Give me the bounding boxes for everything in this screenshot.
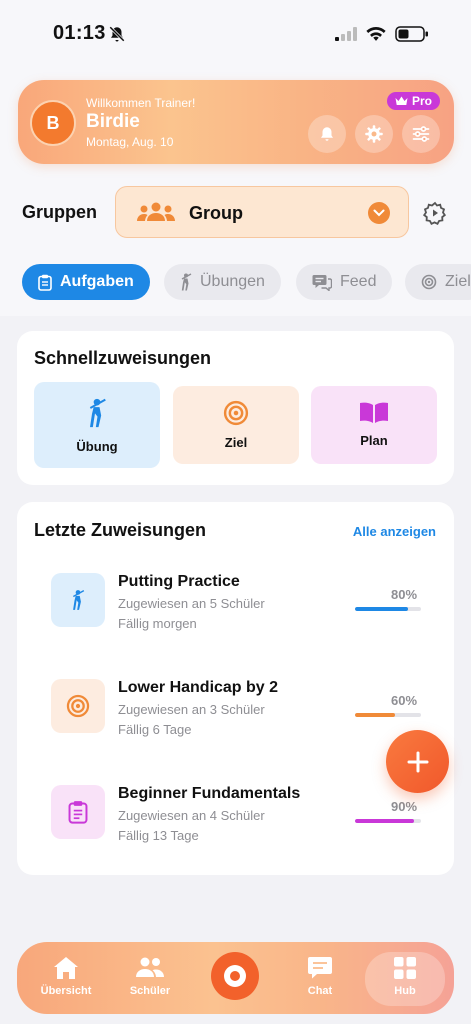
bottom-nav: Übersicht Schüler Chat Hub [17, 942, 454, 1014]
assignment-title: Putting Practice [118, 573, 240, 590]
nav-label: Chat [307, 985, 333, 997]
signal-icon [335, 27, 357, 41]
target-icon [421, 274, 437, 290]
quick-assign-ziel[interactable]: Ziel [173, 386, 299, 464]
battery-icon [395, 26, 428, 42]
golfer-icon [181, 273, 192, 291]
status-bar: 01:13 [0, 0, 471, 64]
nav-label: Hub [394, 985, 416, 997]
assignment-due: Fällig 13 Tage [118, 828, 199, 843]
tab-feed[interactable]: Feed [296, 264, 393, 300]
students-icon [136, 957, 164, 977]
target-icon [223, 400, 249, 426]
assignment-percent: 80% [390, 587, 418, 602]
pro-badge: Pro [387, 92, 441, 110]
status-time: 01:13 [53, 22, 106, 44]
assignment-item[interactable]: Putting Practice Zugewiesen an 5 Schüler… [17, 573, 454, 653]
add-assignment-button[interactable] [386, 730, 449, 793]
progress-bar-fill [355, 607, 408, 611]
assignment-item[interactable]: Beginner Fundamentals Zugewiesen an 4 Sc… [17, 785, 454, 865]
wifi-icon [366, 27, 386, 41]
tab-label: Übungen [200, 273, 265, 290]
assignment-assigned: Zugewiesen an 5 Schüler [118, 596, 265, 611]
crown-icon [395, 96, 408, 105]
assignment-percent: 90% [390, 799, 418, 814]
grid-icon [394, 957, 416, 979]
tab-label: Ziel [445, 273, 471, 290]
book-icon [360, 402, 388, 423]
welcome-text: Willkommen Trainer! [86, 96, 196, 110]
recent-assignments-card: Letzte Zuweisungen Alle anzeigen Putting… [17, 502, 454, 875]
groups-label: Gruppen [22, 202, 97, 222]
recent-assignments-title: Letzte Zuweisungen [34, 520, 207, 540]
golfer-icon [89, 398, 106, 428]
chevron-down-icon [368, 202, 390, 224]
quick-assign-title: Schnellzuweisungen [34, 348, 212, 368]
tab-ziel[interactable]: Ziel [405, 264, 471, 300]
nav-item-chat[interactable]: Chat [285, 956, 355, 997]
user-name: Birdie [86, 111, 140, 132]
nav-center-button[interactable] [211, 952, 259, 1000]
quick-assign-card: Schnellzuweisungen Übung Ziel Plan [17, 331, 454, 485]
assignment-due: Fällig 6 Tage [118, 722, 192, 737]
header-card: B Willkommen Trainer! Birdie Montag, Aug… [18, 80, 454, 164]
quick-assign-plan[interactable]: Plan [311, 386, 437, 464]
assignment-title: Beginner Fundamentals [118, 785, 301, 802]
tab-label: Feed [340, 273, 377, 290]
progress-bar [355, 607, 421, 611]
filters-button[interactable] [402, 115, 440, 153]
target-icon [224, 965, 246, 987]
group-settings-icon[interactable] [422, 200, 448, 226]
bell-off-icon [109, 26, 125, 42]
golfer-icon [51, 573, 105, 627]
nav-item-hub[interactable]: Hub [370, 956, 440, 997]
clipboard-icon [51, 785, 105, 839]
clipboard-icon [38, 274, 52, 291]
group-select[interactable]: Group [115, 186, 409, 238]
see-all-link[interactable]: Alle anzeigen [353, 524, 436, 539]
progress-bar-fill [355, 819, 415, 823]
sliders-icon [412, 126, 430, 142]
group-icon [137, 202, 175, 221]
assignment-assigned: Zugewiesen an 3 Schüler [118, 702, 265, 717]
nav-label: Schüler [129, 985, 171, 997]
assignment-title: Lower Handicap by 2 [118, 679, 279, 696]
group-selected: Group [189, 203, 243, 223]
nav-item-schueler[interactable]: Schüler [115, 956, 185, 997]
target-icon [51, 679, 105, 733]
notifications-button[interactable] [308, 115, 346, 153]
assignment-due: Fällig morgen [118, 616, 197, 631]
bell-icon [321, 127, 333, 141]
plus-icon [407, 751, 428, 772]
nav-item-uebersicht[interactable]: Übersicht [31, 956, 101, 997]
chat-icon [308, 957, 332, 979]
quick-assign-label: Ziel [224, 435, 248, 450]
quick-assign-label: Plan [360, 433, 388, 448]
current-date: Montag, Aug. 10 [86, 135, 174, 149]
chat-icon [312, 274, 332, 291]
tab-label: Aufgaben [60, 273, 134, 290]
progress-bar [355, 819, 421, 823]
gear-icon [365, 125, 383, 143]
progress-bar-fill [355, 713, 395, 717]
assignment-assigned: Zugewiesen an 4 Schüler [118, 808, 265, 823]
assignment-percent: 60% [390, 693, 418, 708]
avatar[interactable]: B [30, 100, 76, 146]
tab-uebungen[interactable]: Übungen [164, 264, 281, 300]
pro-badge-label: Pro [412, 94, 433, 108]
progress-bar [355, 713, 421, 717]
settings-button[interactable] [355, 115, 393, 153]
home-icon [54, 957, 78, 979]
nav-label: Übersicht [40, 985, 92, 997]
tab-aufgaben[interactable]: Aufgaben [22, 264, 150, 300]
quick-assign-uebung[interactable]: Übung [34, 382, 160, 468]
quick-assign-label: Übung [76, 439, 118, 454]
